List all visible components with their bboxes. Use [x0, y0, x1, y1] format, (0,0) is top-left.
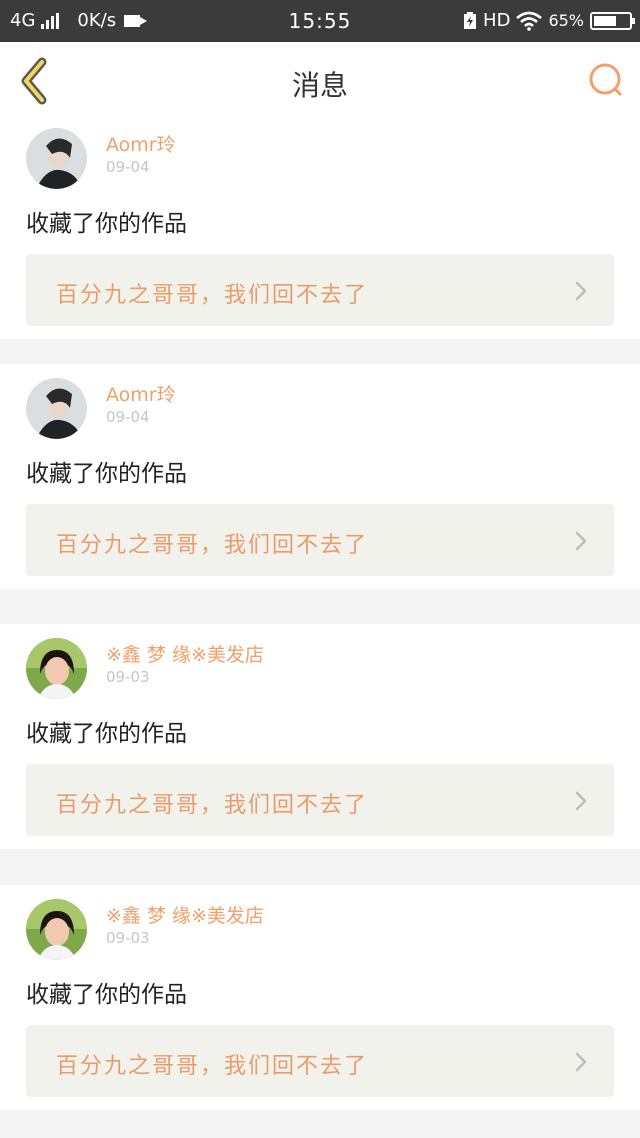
status-right: HD 65%	[463, 10, 635, 31]
message-card[interactable]: Aomr玲 09-04 收藏了你的作品百分九之哥哥，我们回不去了	[0, 364, 640, 589]
work-title: 百分九之哥哥，我们回不去了	[56, 283, 369, 308]
work-link[interactable]: 百分九之哥哥，我们回不去了	[26, 254, 614, 326]
chevron-right-icon	[575, 791, 587, 811]
username[interactable]: ※鑫 梦 缘※美发店	[106, 640, 264, 667]
username[interactable]: Aomr玲	[106, 380, 176, 407]
action-text: 收藏了你的作品	[26, 721, 187, 747]
avatar[interactable]	[26, 378, 87, 439]
chevron-right-icon	[575, 281, 587, 301]
message-date: 09-04	[106, 158, 150, 176]
wifi-icon	[516, 11, 543, 31]
page-title: 消息	[291, 69, 348, 102]
work-link[interactable]: 百分九之哥哥，我们回不去了	[26, 504, 614, 576]
battery-icon	[590, 11, 635, 30]
avatar[interactable]	[26, 899, 87, 960]
action-text: 收藏了你的作品	[26, 211, 187, 237]
username[interactable]: ※鑫 梦 缘※美发店	[106, 901, 264, 928]
work-title: 百分九之哥哥，我们回不去了	[56, 533, 369, 558]
message-date: 09-04	[106, 408, 150, 426]
battery-percent: 65%	[548, 11, 584, 30]
action-text: 收藏了你的作品	[26, 982, 187, 1008]
action-text: 收藏了你的作品	[26, 461, 187, 487]
chevron-right-icon	[575, 1052, 587, 1072]
message-date: 09-03	[106, 668, 150, 686]
username[interactable]: Aomr玲	[106, 130, 176, 157]
work-link[interactable]: 百分九之哥哥，我们回不去了	[26, 764, 614, 836]
message-card[interactable]: ※鑫 梦 缘※美发店 09-03 收藏了你的作品百分九之哥哥，我们回不去了	[0, 885, 640, 1110]
charging-icon	[464, 11, 477, 29]
work-title: 百分九之哥哥，我们回不去了	[56, 793, 369, 818]
avatar[interactable]	[26, 638, 87, 699]
status-bar: 4G 0K/s 15:55 HD 65%	[0, 0, 640, 42]
hd-label: HD	[483, 10, 511, 31]
search-icon[interactable]	[588, 62, 624, 98]
work-link[interactable]: 百分九之哥哥，我们回不去了	[26, 1025, 614, 1097]
message-card[interactable]: ※鑫 梦 缘※美发店 09-03 收藏了你的作品百分九之哥哥，我们回不去了	[0, 624, 640, 849]
nav-bar: 消息	[0, 42, 640, 120]
chevron-right-icon	[575, 531, 587, 551]
work-title: 百分九之哥哥，我们回不去了	[56, 1054, 369, 1079]
message-card[interactable]: Aomr玲 09-04 收藏了你的作品百分九之哥哥，我们回不去了	[0, 114, 640, 339]
message-date: 09-03	[106, 929, 150, 947]
avatar[interactable]	[26, 128, 87, 189]
battery-fill	[594, 15, 616, 26]
